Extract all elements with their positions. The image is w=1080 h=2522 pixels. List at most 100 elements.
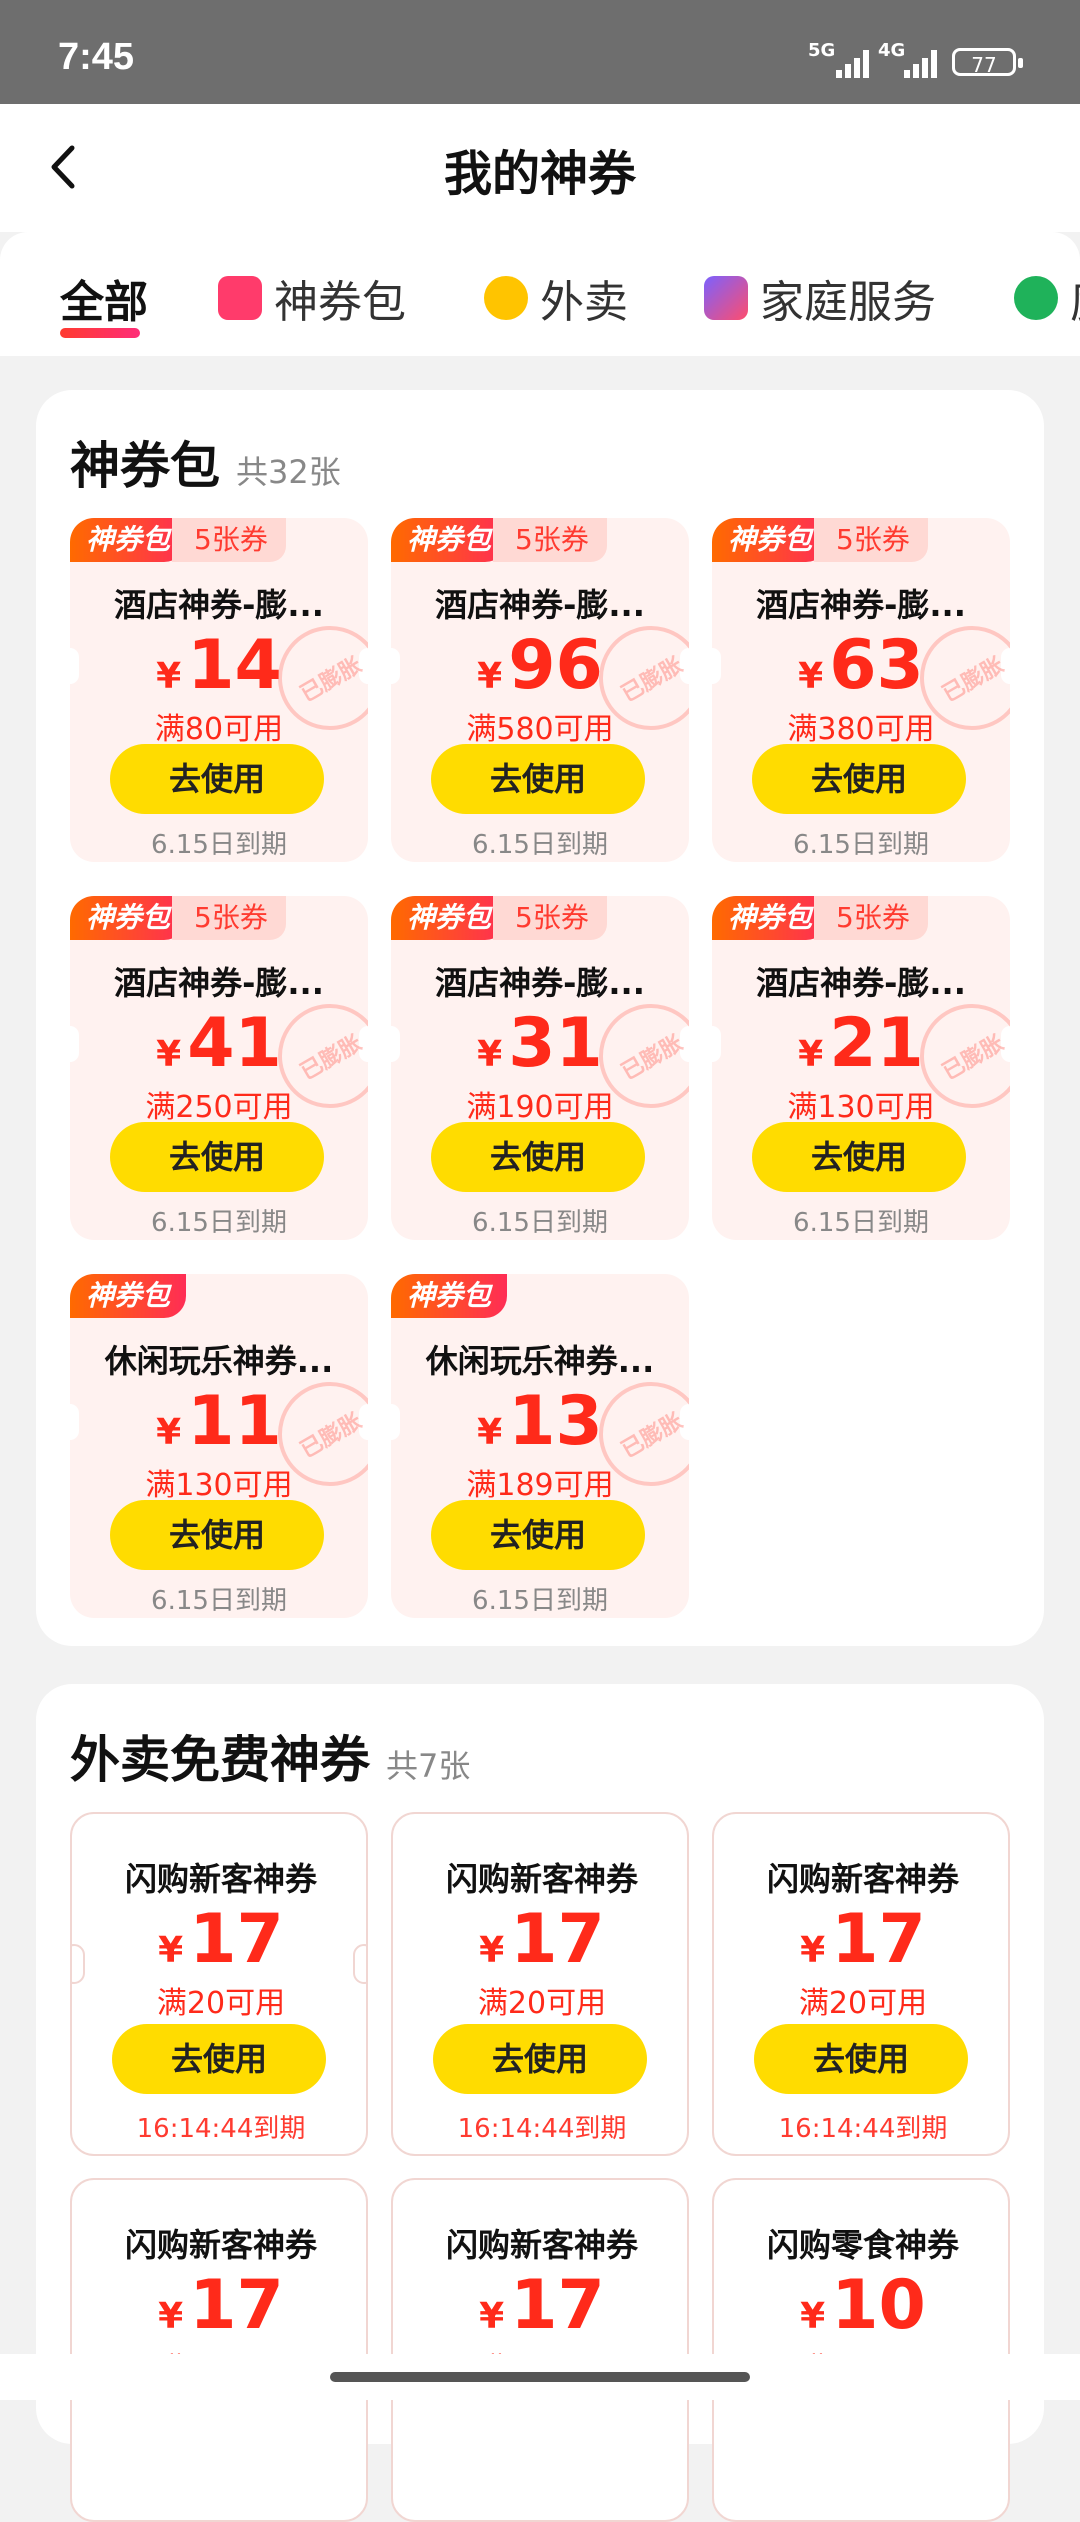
coupon-card[interactable]: 神券包 5张券 酒店神券-膨... ¥96 满580可用 已膨胀 去使用 6.15… — [391, 518, 689, 862]
tab-coupon-pack-label: 神券包 — [274, 277, 406, 328]
coupon-card[interactable]: 神券包 5张券 酒店神券-膨... ¥41 满250可用 已膨胀 去使用 6.15… — [70, 896, 368, 1240]
coupon-name: 酒店神券-膨... — [114, 964, 324, 1002]
coupon-expiry: 6.15日到期 — [793, 830, 929, 860]
coupon-card[interactable]: 神券包 5张券 酒店神券-膨... ¥14 满80可用 已膨胀 去使用 6.15日… — [70, 518, 368, 862]
coupon-card[interactable]: 闪购新客神券 ¥17 满20可用 — [70, 2178, 368, 2522]
beach-icon — [1014, 276, 1058, 320]
coupon-card[interactable]: 闪购新客神券 ¥17 满20可用 去使用 16:14:44到期 — [712, 1812, 1010, 2156]
pack-badge: 神券包 — [70, 1274, 187, 1318]
coupon-amount: 21 — [829, 1004, 924, 1083]
nav-header: 我的神券 — [0, 104, 1080, 232]
signal-icon — [836, 48, 876, 78]
coupon-price: ¥17 — [479, 2266, 605, 2345]
home-service-icon — [704, 276, 748, 320]
use-coupon-button[interactable]: 去使用 — [431, 744, 645, 814]
home-indicator[interactable] — [330, 2372, 750, 2382]
coupon-amount: 11 — [187, 1382, 282, 1461]
count-badge: 5张券 — [814, 518, 928, 562]
coupon-amount: 96 — [508, 626, 603, 705]
pack-badge: 神券包 — [391, 518, 508, 562]
coupon-name: 酒店神券-膨... — [114, 586, 324, 624]
network-5g-label: 5G — [808, 40, 836, 61]
coupon-card[interactable]: 神券包 5张券 酒店神券-膨... ¥63 满380可用 已膨胀 去使用 6.15… — [712, 518, 1010, 862]
tab-home-service-label: 家庭服务 — [760, 277, 936, 328]
section-title: 外卖免费神券 共7张 — [70, 1720, 470, 1792]
use-coupon-button[interactable]: 去使用 — [752, 1122, 966, 1192]
coupon-condition: 满20可用 — [477, 1986, 607, 2021]
section-count: 共7张 — [386, 1747, 471, 1785]
tab-coupon-pack[interactable]: 神券包 — [218, 266, 406, 330]
tab-all[interactable]: 全部 — [60, 266, 148, 330]
use-coupon-button[interactable]: 去使用 — [754, 2024, 968, 2094]
tab-travel[interactable]: 度 — [1014, 266, 1080, 330]
coupon-condition: 满20可用 — [156, 1986, 286, 2021]
coupon-card[interactable]: 神券包 休闲玩乐神券... ¥11 满130可用 已膨胀 去使用 6.15日到期 — [70, 1274, 368, 1618]
signal-icon-2 — [904, 48, 944, 78]
use-coupon-button[interactable]: 去使用 — [433, 2024, 647, 2094]
tab-delivery[interactable]: 外卖 — [484, 266, 628, 330]
coupon-card[interactable]: 闪购零食神券 ¥10 满35可用 — [712, 2178, 1010, 2522]
coupon-amount: 14 — [187, 626, 282, 705]
count-badge: 5张券 — [493, 896, 607, 940]
coupon-name: 闪购新客神券 — [445, 1860, 638, 1898]
tab-all-label: 全部 — [60, 277, 148, 328]
tab-delivery-label: 外卖 — [540, 277, 628, 328]
coupon-price: ¥17 — [800, 1900, 926, 1979]
battery-icon: 77 — [952, 48, 1023, 77]
coupon-amount: 41 — [187, 1004, 282, 1083]
coupon-card[interactable]: 神券包 5张券 酒店神券-膨... ¥21 满130可用 已膨胀 去使用 6.15… — [712, 896, 1010, 1240]
use-coupon-button[interactable]: 去使用 — [431, 1122, 645, 1192]
coupon-card[interactable]: 闪购新客神券 ¥17 满20可用 去使用 16:14:44到期 — [70, 1812, 368, 2156]
coupon-condition: 满20可用 — [798, 1986, 928, 2021]
active-tab-indicator — [60, 328, 140, 338]
coupon-name: 酒店神券-膨... — [435, 586, 645, 624]
pack-badge: 神券包 — [70, 518, 187, 562]
coupon-expiry: 6.15日到期 — [793, 1208, 929, 1238]
coupon-name: 闪购新客神券 — [766, 1860, 959, 1898]
coupon-card[interactable]: 神券包 休闲玩乐神券... ¥13 满189可用 已膨胀 去使用 6.15日到期 — [391, 1274, 689, 1618]
coupon-amount: 31 — [508, 1004, 603, 1083]
pack-badge: 神券包 — [391, 896, 508, 940]
coupon-expiry: 6.15日到期 — [472, 1208, 608, 1238]
coupon-name: 酒店神券-膨... — [756, 964, 966, 1002]
coupon-expiry: 6.15日到期 — [151, 830, 287, 860]
coupon-price: ¥17 — [479, 1900, 605, 1979]
count-badge: 5张券 — [172, 518, 286, 562]
network-4g-label: 4G — [878, 40, 906, 61]
coupon-name: 闪购零食神券 — [766, 2226, 959, 2264]
use-coupon-button[interactable]: 去使用 — [110, 744, 324, 814]
pack-badge: 神券包 — [712, 896, 829, 940]
tab-home-service[interactable]: 家庭服务 — [704, 266, 936, 330]
section-title-text: 外卖免费神券 — [70, 1731, 370, 1789]
pack-badge: 神券包 — [391, 1274, 508, 1318]
count-badge: 5张券 — [814, 896, 928, 940]
coupon-card[interactable]: 神券包 5张券 酒店神券-膨... ¥31 满190可用 已膨胀 去使用 6.15… — [391, 896, 689, 1240]
delivery-rabbit-icon — [484, 276, 528, 320]
use-coupon-button[interactable]: 去使用 — [110, 1122, 324, 1192]
coupon-amount: 17 — [189, 2266, 284, 2345]
coupon-name: 闪购新客神券 — [124, 2226, 317, 2264]
coupon-card[interactable]: 闪购新客神券 ¥17 满20可用 — [391, 2178, 689, 2522]
use-coupon-button[interactable]: 去使用 — [752, 744, 966, 814]
coupon-expiry: 6.15日到期 — [472, 830, 608, 860]
coupon-expiry: 16:14:44到期 — [457, 2114, 627, 2144]
category-tabs: 全部 神券包 外卖 家庭服务 度 — [0, 232, 1080, 356]
coupon-amount: 17 — [510, 2266, 605, 2345]
status-bar: 7:45 5G 4G 77 — [0, 0, 1080, 104]
coupon-expiry: 6.15日到期 — [151, 1586, 287, 1616]
coupon-amount: 17 — [189, 1900, 284, 1979]
use-coupon-button[interactable]: 去使用 — [110, 1500, 324, 1570]
coupon-name: 酒店神券-膨... — [435, 964, 645, 1002]
tab-travel-label: 度 — [1070, 266, 1080, 330]
section-title: 神券包 共32张 — [70, 426, 341, 498]
coupon-pack-icon — [218, 276, 262, 320]
coupon-amount: 17 — [831, 1900, 926, 1979]
coupon-amount: 63 — [829, 626, 924, 705]
page-title: 我的神券 — [443, 146, 636, 202]
use-coupon-button[interactable]: 去使用 — [431, 1500, 645, 1570]
coupon-price: ¥17 — [158, 1900, 284, 1979]
battery-level: 77 — [971, 53, 997, 77]
use-coupon-button[interactable]: 去使用 — [112, 2024, 326, 2094]
coupon-price: ¥17 — [158, 2266, 284, 2345]
coupon-card[interactable]: 闪购新客神券 ¥17 满20可用 去使用 16:14:44到期 — [391, 1812, 689, 2156]
